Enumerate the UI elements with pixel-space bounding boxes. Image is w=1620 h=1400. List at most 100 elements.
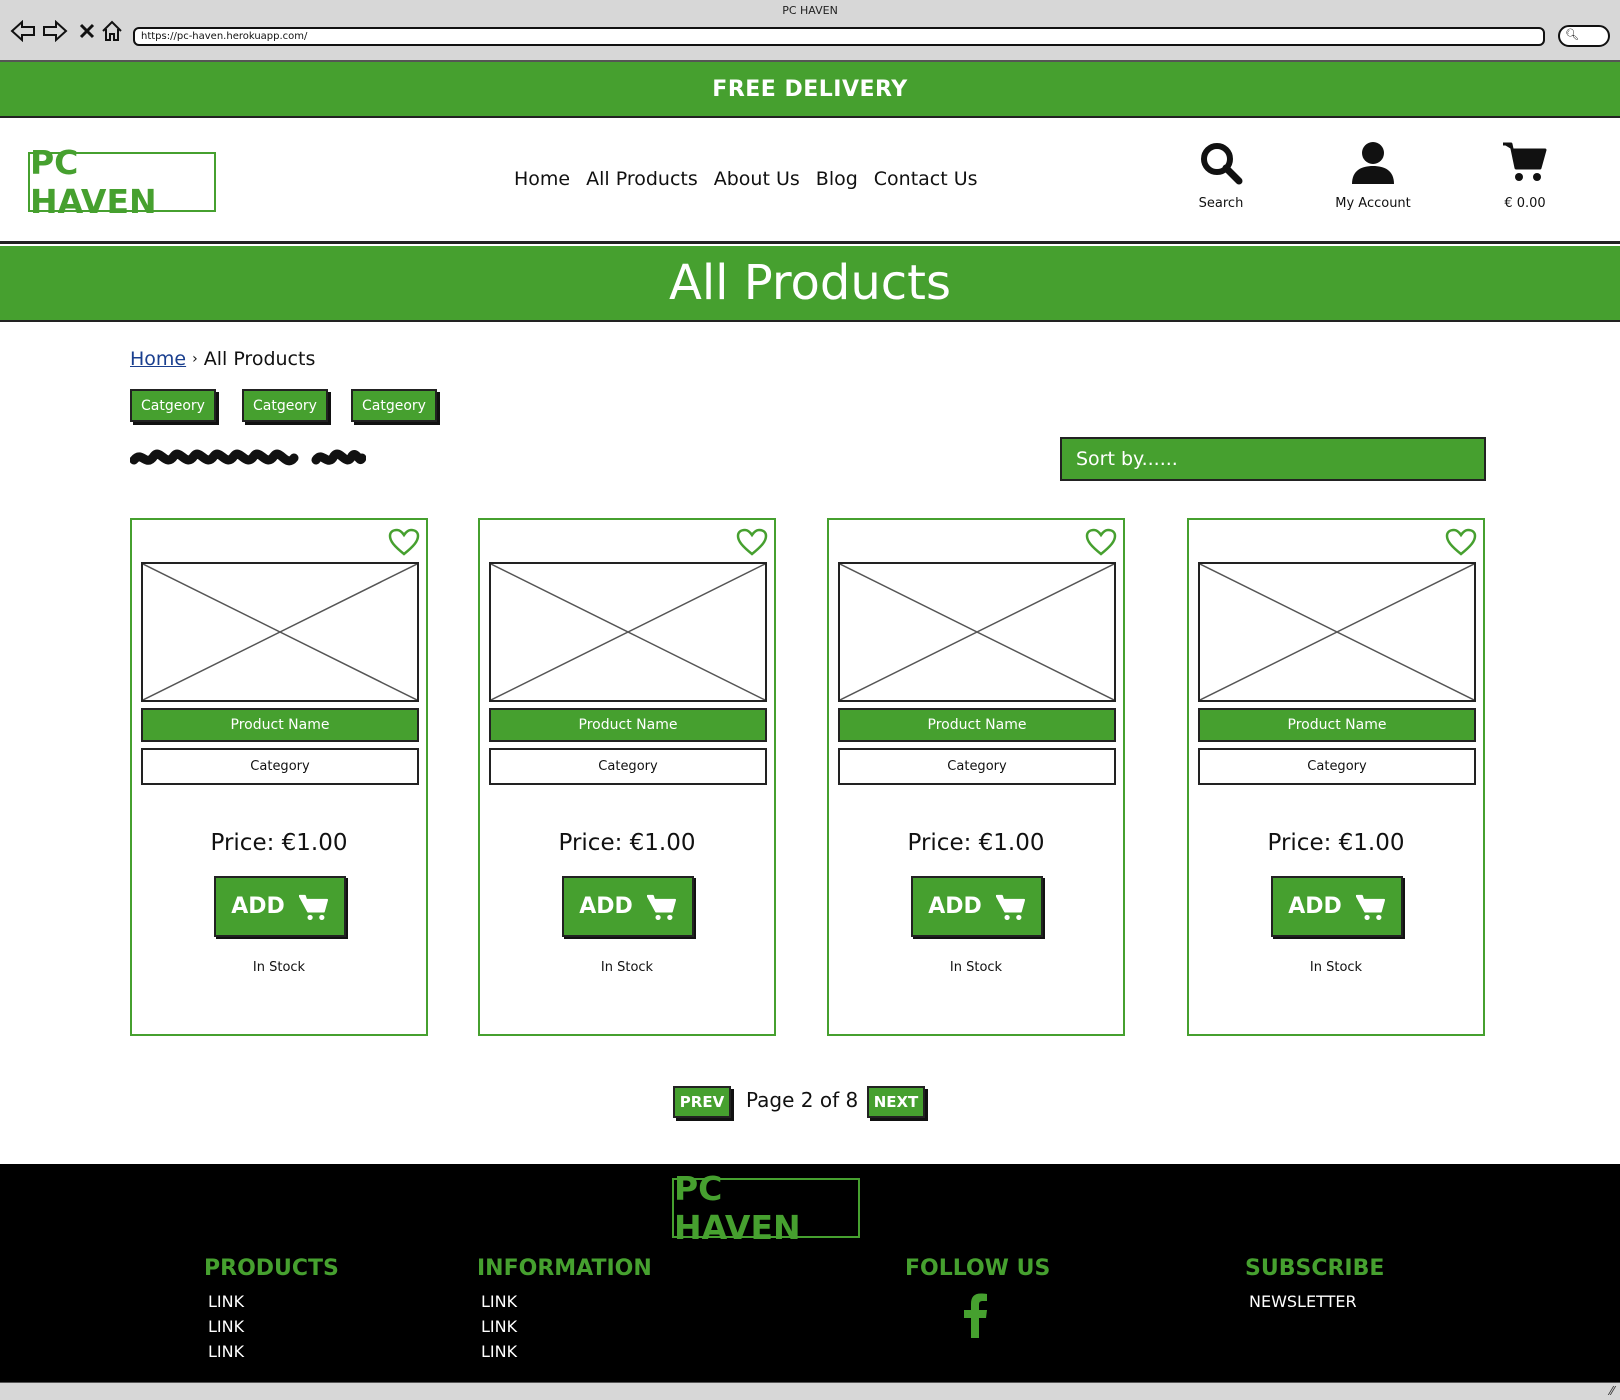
page-indicator: Page 2 of 8 — [746, 1088, 859, 1112]
sort-select[interactable]: Sort by...... — [1060, 437, 1486, 481]
cart-icon — [995, 894, 1025, 920]
address-bar[interactable]: https://pc-haven.herokuapp.com/ — [133, 27, 1545, 46]
product-price: Price: €1.00 — [210, 830, 348, 856]
facebook-icon[interactable] — [962, 1292, 988, 1338]
main-nav: Home All Products About Us Blog Contact … — [514, 168, 978, 190]
add-to-cart-button[interactable]: ADD — [214, 876, 346, 937]
product-card[interactable]: Product Name Category Price: €1.00 ADD I… — [1187, 518, 1485, 1036]
cart-icon — [646, 894, 676, 920]
footer-link[interactable]: LINK — [477, 1339, 652, 1364]
account-button[interactable]: My Account — [1313, 140, 1433, 211]
heart-icon[interactable] — [736, 528, 768, 556]
forward-icon[interactable] — [42, 18, 68, 44]
heart-icon[interactable] — [388, 528, 420, 556]
nav-contact-us[interactable]: Contact Us — [874, 168, 978, 190]
add-button-label: ADD — [1288, 894, 1342, 919]
footer-heading: FOLLOW US — [905, 1256, 1051, 1281]
image-placeholder — [838, 562, 1116, 702]
stock-status: In Stock — [600, 960, 654, 975]
search-icon — [1201, 143, 1243, 185]
footer-subscribe: SUBSCRIBE NEWSLETTER — [1245, 1256, 1384, 1314]
image-placeholder — [141, 562, 419, 702]
page-title: All Products — [668, 255, 952, 311]
resize-handle-icon[interactable]: ⁄⁄ — [1610, 1384, 1614, 1398]
add-button-label: ADD — [231, 894, 285, 919]
browser-status-bar: ⁄⁄ — [0, 1382, 1620, 1400]
account-label: My Account — [1335, 196, 1411, 211]
breadcrumb-current: All Products — [203, 348, 316, 370]
footer-heading: PRODUCTS — [204, 1256, 339, 1281]
image-placeholder — [489, 562, 767, 702]
product-name[interactable]: Product Name — [141, 708, 419, 742]
nav-blog[interactable]: Blog — [816, 168, 858, 190]
breadcrumb-separator: › — [192, 351, 198, 367]
stop-icon[interactable] — [74, 18, 100, 44]
category-chip[interactable]: Catgeory — [130, 389, 216, 422]
logo-text: PC HAVEN — [30, 143, 157, 221]
prev-page-button[interactable]: PREV — [673, 1086, 731, 1118]
back-icon[interactable] — [10, 18, 36, 44]
browser-search-field[interactable]: 🔍︎ — [1558, 25, 1610, 47]
cart-icon — [1503, 142, 1547, 181]
footer-information: INFORMATION LINK LINK LINK — [477, 1256, 652, 1364]
product-price: Price: €1.00 — [907, 830, 1045, 856]
footer-link[interactable]: LINK — [477, 1314, 652, 1339]
product-card[interactable]: Product Name Category Price: €1.00 ADD I… — [130, 518, 428, 1036]
footer-link[interactable]: LINK — [204, 1314, 339, 1339]
footer-logo[interactable]: PC HAVEN — [672, 1169, 860, 1247]
heart-icon[interactable] — [1085, 528, 1117, 556]
product-category: Category — [141, 748, 419, 785]
nav-home[interactable]: Home — [514, 168, 570, 190]
stock-status: In Stock — [1309, 960, 1363, 975]
scribble-placeholder — [130, 449, 366, 466]
add-to-cart-button[interactable]: ADD — [562, 876, 694, 937]
nav-all-products[interactable]: All Products — [586, 168, 698, 190]
product-card[interactable]: Product Name Category Price: €1.00 ADD I… — [478, 518, 776, 1036]
product-name[interactable]: Product Name — [1198, 708, 1476, 742]
footer-link[interactable]: LINK — [204, 1339, 339, 1364]
home-icon[interactable] — [99, 18, 125, 44]
footer-link[interactable]: LINK — [204, 1289, 339, 1314]
product-category: Category — [1198, 748, 1476, 785]
image-placeholder — [1198, 562, 1476, 702]
site-footer: PC HAVEN PRODUCTS LINK LINK LINK INFORMA… — [0, 1164, 1620, 1382]
add-to-cart-button[interactable]: ADD — [1271, 876, 1403, 937]
breadcrumb-home[interactable]: Home — [130, 348, 186, 370]
product-card[interactable]: Product Name Category Price: €1.00 ADD I… — [827, 518, 1125, 1036]
category-chip[interactable]: Catgeory — [242, 389, 328, 422]
search-label: Search — [1198, 196, 1244, 211]
product-category: Category — [838, 748, 1116, 785]
add-button-label: ADD — [928, 894, 982, 919]
newsletter-link[interactable]: NEWSLETTER — [1245, 1289, 1384, 1314]
product-name[interactable]: Product Name — [489, 708, 767, 742]
cart-button[interactable]: € 0.00 — [1465, 140, 1585, 211]
window-title: PC HAVEN — [782, 4, 838, 17]
cart-icon — [298, 894, 328, 920]
breadcrumb: Home › All Products — [130, 348, 315, 370]
next-page-button[interactable]: NEXT — [867, 1086, 925, 1118]
footer-follow: FOLLOW US — [905, 1256, 1050, 1289]
site-logo[interactable]: PC HAVEN — [28, 143, 216, 221]
footer-logo-text: PC HAVEN — [674, 1169, 801, 1247]
site-header: PC HAVEN Home All Products About Us Blog… — [0, 118, 1620, 244]
cart-total: € 0.00 — [1504, 196, 1546, 211]
footer-heading: SUBSCRIBE — [1245, 1256, 1385, 1281]
stock-status: In Stock — [949, 960, 1003, 975]
browser-chrome: PC HAVEN https://pc-haven.herokuapp.com/… — [0, 0, 1620, 62]
promo-banner: FREE DELIVERY — [0, 62, 1620, 118]
category-chip[interactable]: Catgeory — [351, 389, 437, 422]
product-name[interactable]: Product Name — [838, 708, 1116, 742]
nav-about-us[interactable]: About Us — [714, 168, 800, 190]
cart-icon — [1355, 894, 1385, 920]
footer-heading: INFORMATION — [477, 1256, 652, 1281]
heart-icon[interactable] — [1445, 528, 1477, 556]
product-price: Price: €1.00 — [1267, 830, 1405, 856]
search-icon: 🔍︎ — [1565, 28, 1579, 41]
page-title-bar: All Products — [0, 246, 1620, 322]
add-to-cart-button[interactable]: ADD — [911, 876, 1043, 937]
footer-link[interactable]: LINK — [477, 1289, 652, 1314]
search-button[interactable]: Search — [1161, 140, 1281, 211]
add-button-label: ADD — [579, 894, 633, 919]
promo-text: FREE DELIVERY — [712, 76, 908, 102]
footer-products: PRODUCTS LINK LINK LINK — [204, 1256, 339, 1364]
